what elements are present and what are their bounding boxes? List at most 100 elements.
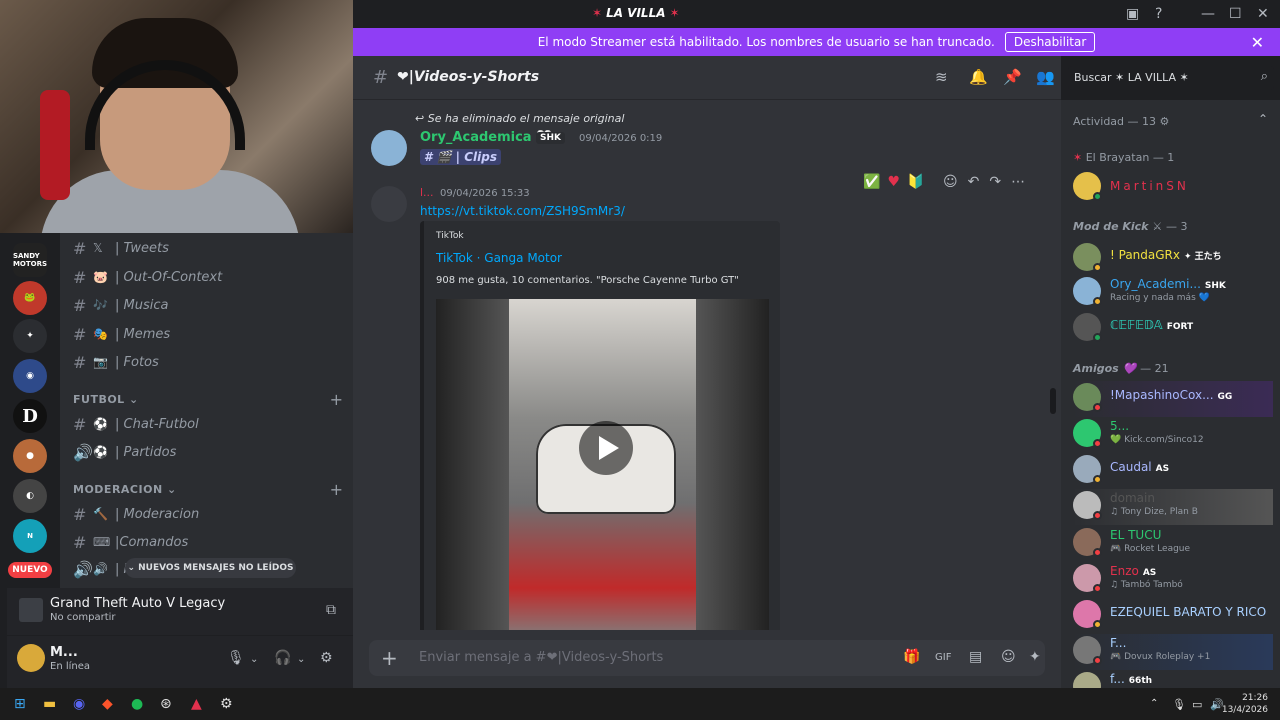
add-channel-icon[interactable]: + (330, 390, 343, 409)
server-neon[interactable]: N (13, 519, 47, 553)
apps-icon[interactable]: ✦ (1029, 649, 1041, 665)
windows-start-icon[interactable]: ⊞ (14, 696, 26, 712)
channel-out-of-context[interactable]: # 🐷 | Out-Of-Context (73, 266, 222, 288)
beginner-reaction-icon[interactable]: 🔰 (907, 174, 924, 190)
network-icon[interactable]: ▭ (1192, 698, 1202, 711)
category-moderacion[interactable]: MODERACION ⌄ (73, 483, 177, 496)
channel-title: ❤|Videos-y-Shorts (397, 69, 540, 85)
member-item[interactable]: !MapashinoCox... GG (1073, 381, 1273, 417)
minimize-icon[interactable]: — (1201, 6, 1215, 22)
composer-placeholder[interactable]: Enviar mensaje a #❤|Videos-y-Shorts (419, 650, 663, 665)
add-attachment-icon[interactable]: + (381, 646, 398, 670)
settings-icon[interactable]: ⚙ (220, 696, 233, 712)
member-item[interactable]: Enzo AS ♫ Tambó Tambó (1073, 562, 1273, 598)
message-author[interactable]: l... (420, 186, 434, 199)
screen-share-icon[interactable]: ⧉ (326, 602, 336, 618)
heart-reaction-icon[interactable]: ♥ (887, 174, 900, 190)
member-item[interactable]: F... 🎮 Dovux Roleplay +1 (1073, 634, 1273, 670)
steam-icon[interactable]: ⊛ (160, 696, 172, 712)
server-gold[interactable]: ✦ (13, 319, 47, 353)
spotify-icon[interactable]: ● (131, 696, 143, 712)
disable-streamer-button[interactable]: Deshabilitar (1004, 32, 1096, 52)
member-item[interactable]: EL TUCU 🎮 Rocket League (1073, 526, 1273, 562)
category-futbol[interactable]: FUTBOL ⌄ (73, 393, 139, 406)
member-item[interactable]: ! PandaGRx ✦ 王たち (1073, 241, 1273, 277)
pin-icon[interactable]: 📌 (1003, 68, 1022, 86)
threads-icon[interactable]: ≋ (935, 68, 948, 86)
close-window-icon[interactable]: ✕ (1257, 6, 1269, 22)
emoji-icon[interactable]: ☺ (1001, 649, 1016, 665)
server-beaver[interactable]: ● (13, 439, 47, 473)
member-item[interactable]: Caudal AS (1073, 453, 1273, 489)
add-reaction-icon[interactable]: ☺ (943, 174, 958, 190)
member-item[interactable]: f... 66th (1073, 670, 1273, 688)
brave-icon[interactable]: ◆ (102, 696, 113, 712)
channel-musica[interactable]: # 🎶 | Musica (73, 294, 168, 316)
member-item[interactable]: domain ♫ Tony Dize, Plan B (1073, 489, 1273, 525)
microphone-icon[interactable]: 🎙 (227, 650, 245, 666)
server-photo[interactable]: ◐ (13, 479, 47, 513)
avatar[interactable] (371, 130, 407, 166)
close-icon[interactable]: ✕ (1251, 33, 1264, 52)
activity-header[interactable]: Actividad — 13 ⚙ (1073, 115, 1169, 128)
avatar[interactable] (17, 644, 45, 672)
help-icon[interactable]: ? (1155, 6, 1162, 22)
gift-icon[interactable]: 🎁 (903, 649, 920, 665)
channel-fotos[interactable]: # 📷 | Fotos (73, 351, 159, 373)
server-sandy-motors[interactable]: SANDY MOTORS (13, 243, 47, 277)
inbox-icon[interactable]: ▣ (1126, 6, 1139, 22)
member-item[interactable]: Ory_Academi... SHK Racing y nada más 💙 (1073, 275, 1273, 311)
server-frog[interactable]: 🐸 (13, 281, 47, 315)
search-input[interactable]: Buscar ✶ LA VILLA ✶ ⌕ (1068, 66, 1274, 90)
gif-icon[interactable]: GIF (935, 652, 951, 663)
member-item[interactable]: 5... 💚 Kick.com/Sinco12 (1073, 417, 1273, 453)
channel-tweets[interactable]: # 𝕏 | Tweets (73, 237, 169, 259)
sticker-icon[interactable]: ▤ (969, 649, 982, 665)
headphones-icon[interactable]: 🎧 (274, 650, 291, 666)
unread-messages-pill[interactable]: ⌄ NUEVOS MENSAJES NO LEÍDOS (125, 558, 296, 578)
forward-icon[interactable]: ↷ (989, 174, 1001, 190)
members-icon[interactable]: 👥 (1036, 68, 1055, 86)
server-d[interactable]: D (13, 399, 47, 433)
maximize-icon[interactable]: ☐ (1229, 6, 1242, 22)
chevron-down-icon[interactable]: ⌄ (297, 654, 305, 665)
channel-moderacion[interactable]: # 🔨 | Moderacion (73, 503, 199, 525)
nuevo-badge[interactable]: NUEVO (8, 562, 52, 578)
channel-memes[interactable]: # 🎭 | Memes (73, 323, 170, 345)
tray-chevron-icon[interactable]: ⌃ (1150, 698, 1158, 709)
channel-comandos[interactable]: # ⌨ |Comandos (73, 531, 188, 553)
message-link[interactable]: https://vt.tiktok.com/ZSH9SmMr3/ (420, 204, 625, 218)
channel-voice-r[interactable]: 🔊 🔊 | R (73, 558, 133, 580)
reply-icon[interactable]: ↶ (968, 174, 980, 190)
play-icon[interactable] (579, 421, 633, 475)
avatar[interactable] (371, 186, 407, 222)
chevron-down-icon[interactable]: ⌄ (250, 654, 258, 665)
channel-mention[interactable]: # 🎬 | Clips (420, 149, 501, 165)
username[interactable]: M... (50, 645, 78, 660)
taskbar-clock[interactable]: 21:26 13/4/2026 (1222, 692, 1268, 716)
chat-scrollbar[interactable] (1050, 388, 1056, 414)
member-item[interactable]: MartinSN (1073, 170, 1273, 206)
app-icon[interactable]: ▲ (191, 696, 202, 712)
gear-icon[interactable]: ⚙ (320, 650, 333, 666)
more-options-icon[interactable]: ⋯ (1011, 174, 1025, 190)
search-icon[interactable]: ⌕ (1261, 69, 1268, 84)
file-explorer-icon[interactable]: ▬ (43, 696, 56, 712)
embed-title[interactable]: TikTok · Ganga Motor (436, 251, 562, 265)
message-author[interactable]: Ory_Academica 🤍 (420, 130, 552, 145)
role-section-mod-kick: Mod de Kick ⚔ — 3 (1073, 220, 1188, 233)
message-composer[interactable]: + Enviar mensaje a #❤|Videos-y-Shorts 🎁 … (369, 640, 1045, 676)
embed-video[interactable] (436, 299, 769, 630)
check-reaction-icon[interactable]: ✅ (863, 174, 880, 190)
bell-icon[interactable]: 🔔 (969, 68, 988, 86)
server-blue[interactable]: ◉ (13, 359, 47, 393)
channel-chat-futbol[interactable]: # ⚽ | Chat-Futbol (73, 413, 199, 435)
chevron-up-icon[interactable]: ⌃ (1258, 112, 1268, 126)
video-blur-left (436, 299, 509, 630)
microphone-icon[interactable]: 🎙 (1172, 698, 1186, 711)
channel-partidos[interactable]: 🔊 ⚽ | Partidos (73, 441, 176, 463)
member-item[interactable]: EZEQUIEL BARATO Y RICO (1073, 598, 1273, 634)
add-channel-icon[interactable]: + (330, 480, 343, 499)
member-item[interactable]: ℂ𝔼𝔽𝔼𝔻𝔸 FORT (1073, 311, 1273, 347)
discord-icon[interactable]: ◉ (73, 696, 85, 712)
